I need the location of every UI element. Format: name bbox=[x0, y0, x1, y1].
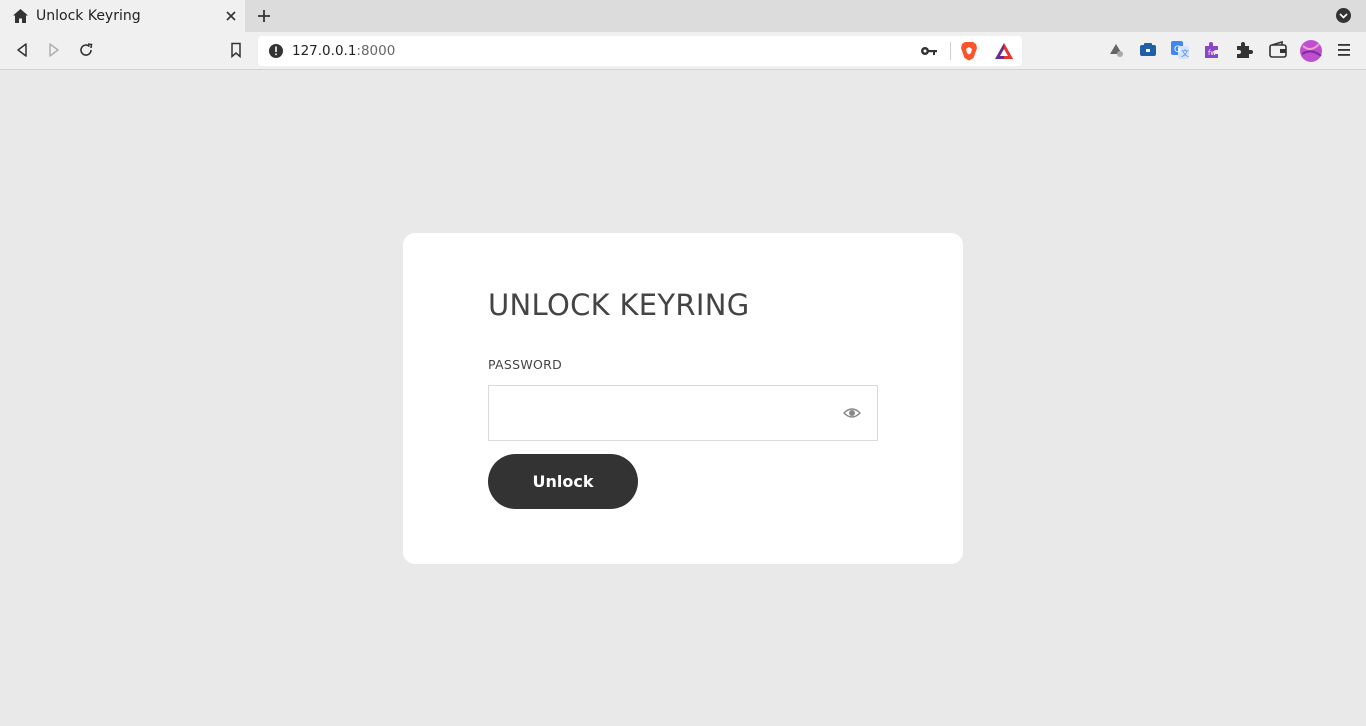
key-icon[interactable] bbox=[920, 43, 938, 59]
brave-shields-icon[interactable] bbox=[960, 41, 978, 61]
translate-icon[interactable]: G文 bbox=[1170, 40, 1190, 60]
tab-list-dropdown-icon[interactable] bbox=[1335, 7, 1352, 24]
address-bar[interactable]: 127.0.0.1:8000 bbox=[258, 36, 1022, 66]
avatar[interactable] bbox=[1300, 40, 1322, 62]
extension-icon-1[interactable] bbox=[1106, 40, 1126, 60]
toolbar: 127.0.0.1:8000 G文 fw bbox=[0, 32, 1366, 70]
menu-icon[interactable] bbox=[1336, 40, 1356, 60]
puzzle-icon[interactable] bbox=[1234, 40, 1254, 60]
url-host: 127.0.0.1 bbox=[292, 43, 357, 59]
wallet-icon[interactable] bbox=[1268, 40, 1288, 60]
close-icon[interactable] bbox=[224, 9, 238, 23]
reload-icon[interactable] bbox=[76, 40, 96, 60]
plus-icon[interactable] bbox=[255, 7, 273, 25]
tab-strip: Unlock Keyring bbox=[0, 0, 1366, 32]
tab-active[interactable]: Unlock Keyring bbox=[0, 0, 245, 32]
show-password-eye-icon[interactable] bbox=[843, 405, 861, 421]
url-port: :8000 bbox=[356, 43, 396, 59]
page-title: UNLOCK KEYRING bbox=[488, 288, 750, 322]
unlock-button[interactable]: Unlock bbox=[488, 454, 638, 509]
extension-icon-puzzle-purple[interactable]: fw bbox=[1202, 40, 1222, 60]
home-icon bbox=[12, 8, 29, 24]
unlock-card: UNLOCK KEYRING PASSWORD Unlock bbox=[403, 233, 963, 564]
tab-title: Unlock Keyring bbox=[36, 8, 141, 24]
extension-icon-2[interactable] bbox=[1138, 40, 1158, 60]
url-text: 127.0.0.1:8000 bbox=[292, 43, 395, 59]
forward-icon[interactable] bbox=[44, 40, 64, 60]
svg-text:G: G bbox=[1174, 45, 1181, 55]
bookmark-icon[interactable] bbox=[226, 40, 246, 60]
svg-text:fw: fw bbox=[1208, 49, 1216, 57]
svg-text:文: 文 bbox=[1181, 48, 1189, 58]
password-input[interactable] bbox=[488, 385, 878, 441]
page-content: UNLOCK KEYRING PASSWORD Unlock bbox=[0, 71, 1366, 726]
back-icon[interactable] bbox=[12, 40, 32, 60]
brave-rewards-icon[interactable] bbox=[994, 42, 1014, 60]
info-icon[interactable] bbox=[268, 43, 284, 59]
divider bbox=[950, 42, 951, 60]
password-label: PASSWORD bbox=[488, 357, 563, 372]
